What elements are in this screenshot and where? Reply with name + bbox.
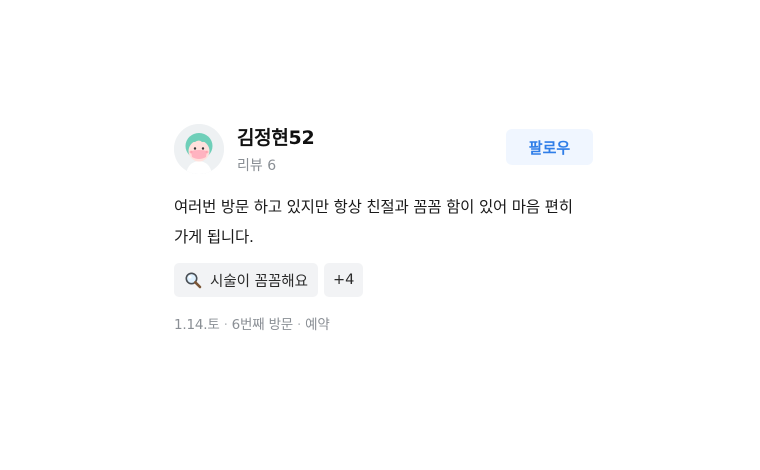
review-card: 김정현52 리뷰 6 팔로우 여러번 방문 하고 있지만 항상 친절과 꼼꼼 함… [174,118,594,333]
review-count: 리뷰 6 [237,158,277,174]
more-tags-button[interactable]: +4 [324,263,364,297]
magnifier-icon [185,272,202,289]
review-header: 김정현52 리뷰 6 팔로우 [174,118,594,180]
more-tags-label: +4 [333,272,355,288]
tag-list: 시술이 꼼꼼해요 +4 [174,263,364,297]
review-text: 여러번 방문 하고 있지만 항상 친절과 꼼꼼 함이 있어 마음 편히 가게 됩… [174,198,573,246]
avatar[interactable] [174,124,224,174]
tag-label: 시술이 꼼꼼해요 [210,273,308,290]
review-meta: 1.14.토 · 6번째 방문 · 예약 [174,313,330,333]
separator-dot: · [223,317,228,333]
tag-item[interactable]: 시술이 꼼꼼해요 [174,263,318,297]
avatar-face-icon [174,124,224,174]
follow-button[interactable]: 팔로우 [506,129,593,165]
visit-method: 예약 [305,317,330,333]
visit-date: 1.14.토 [174,317,220,333]
separator-dot: · [297,317,302,333]
reviewer-name[interactable]: 김정현52 [237,123,315,150]
visit-count: 6번째 방문 [231,317,294,333]
